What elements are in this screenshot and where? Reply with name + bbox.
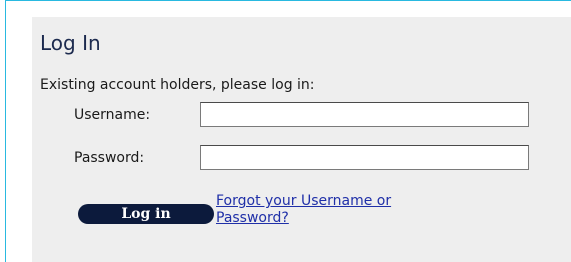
username-label: Username: [74, 107, 151, 123]
username-input[interactable] [200, 102, 529, 127]
password-input[interactable] [200, 145, 529, 170]
forgot-credentials-link[interactable]: Forgot your Username or Password? [216, 193, 466, 227]
login-title: Log In [40, 31, 101, 55]
password-label: Password: [74, 150, 145, 166]
login-instructions: Existing account holders, please log in: [40, 77, 315, 93]
login-button[interactable]: Log in [78, 204, 214, 224]
